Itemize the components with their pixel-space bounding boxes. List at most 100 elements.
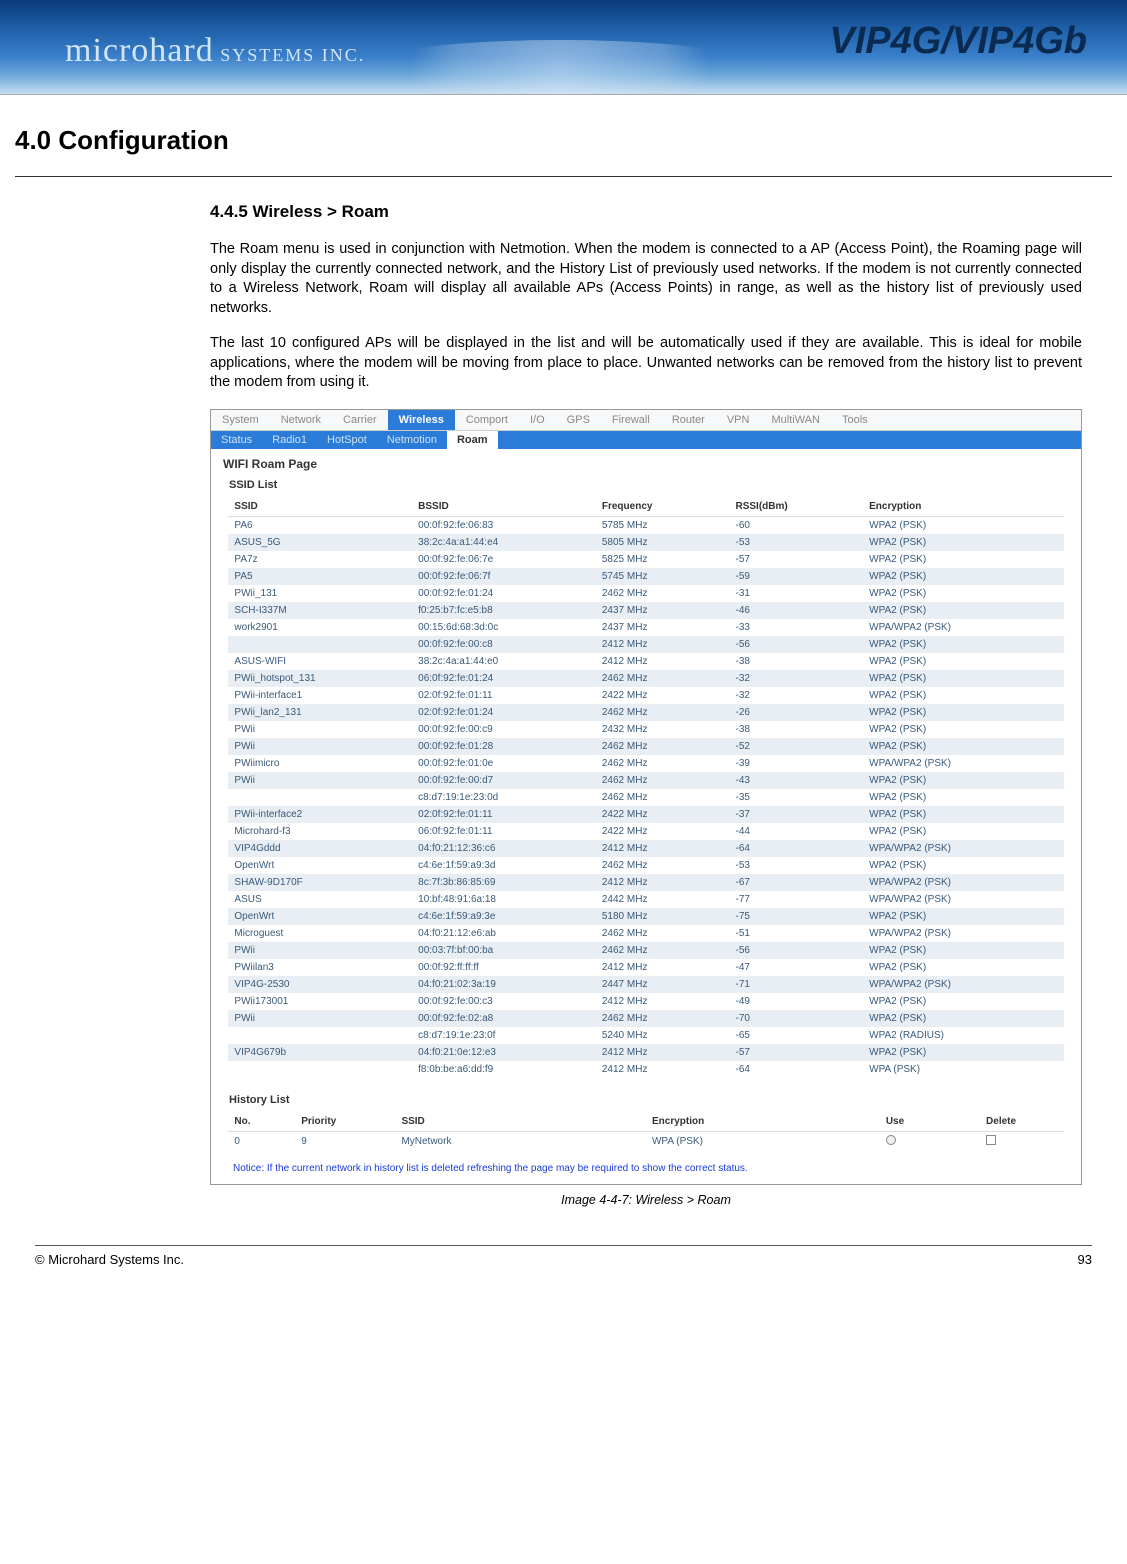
top-nav-item-system[interactable]: System <box>211 410 270 430</box>
ssid-cell: 2437 MHz <box>596 619 730 636</box>
ssid-cell: c8:d7:19:1e:23:0d <box>412 789 596 806</box>
ssid-cell: PWiilan3 <box>228 959 412 976</box>
ssid-cell: WPA/WPA2 (PSK) <box>863 619 1063 636</box>
top-nav: SystemNetworkCarrierWirelessComportI/OGP… <box>211 410 1081 431</box>
ssid-cell: WPA2 (PSK) <box>863 585 1063 602</box>
top-nav-item-router[interactable]: Router <box>661 410 716 430</box>
ssid-row: PA600:0f:92:fe:06:835785 MHz-60WPA2 (PSK… <box>228 516 1063 534</box>
ssid-cell: VIP4G-2530 <box>228 976 412 993</box>
ssid-cell: PA5 <box>228 568 412 585</box>
ssid-cell: 00:0f:92:fe:00:c9 <box>412 721 596 738</box>
ssid-cell: -32 <box>730 687 864 704</box>
ssid-cell: WPA/WPA2 (PSK) <box>863 874 1063 891</box>
ssid-cell: c8:d7:19:1e:23:0f <box>412 1027 596 1044</box>
ssid-row: PWii00:03:7f:bf:00:ba2462 MHz-56WPA2 (PS… <box>228 942 1063 959</box>
ssid-header: BSSID <box>412 497 596 517</box>
ssid-cell: 2412 MHz <box>596 1044 730 1061</box>
ssid-cell: PWii_lan2_131 <box>228 704 412 721</box>
use-radio-icon[interactable] <box>886 1135 896 1145</box>
ssid-cell: -32 <box>730 670 864 687</box>
delete-checkbox-icon[interactable] <box>986 1135 996 1145</box>
top-nav-item-comport[interactable]: Comport <box>455 410 519 430</box>
ssid-cell: PWii <box>228 772 412 789</box>
ssid-row: PA7z00:0f:92:fe:06:7e5825 MHz-57WPA2 (PS… <box>228 551 1063 568</box>
sub-nav-item-status[interactable]: Status <box>211 431 262 449</box>
top-nav-item-carrier[interactable]: Carrier <box>332 410 388 430</box>
top-nav-item-tools[interactable]: Tools <box>831 410 879 430</box>
ssid-cell: 2437 MHz <box>596 602 730 619</box>
ssid-row: PWii17300100:0f:92:fe:00:c32412 MHz-49WP… <box>228 993 1063 1010</box>
ssid-cell: -67 <box>730 874 864 891</box>
ssid-cell: VIP4G679b <box>228 1044 412 1061</box>
ssid-row: ASUS-WIFI38:2c:4a:a1:44:e02412 MHz-38WPA… <box>228 653 1063 670</box>
ssid-row: PWiimicro00:0f:92:fe:01:0e2462 MHz-39WPA… <box>228 755 1063 772</box>
sub-nav-item-roam[interactable]: Roam <box>447 431 498 449</box>
ssid-cell: 06:0f:92:fe:01:11 <box>412 823 596 840</box>
sub-nav: StatusRadio1HotSpotNetmotionRoam <box>211 431 1081 449</box>
history-header: Priority <box>295 1112 395 1132</box>
ssid-cell: WPA2 (PSK) <box>863 534 1063 551</box>
ssid-cell: WPA/WPA2 (PSK) <box>863 755 1063 772</box>
ssid-cell <box>228 1027 412 1044</box>
top-nav-item-gps[interactable]: GPS <box>556 410 601 430</box>
ssid-cell: 2462 MHz <box>596 789 730 806</box>
ssid-cell: 2442 MHz <box>596 891 730 908</box>
ssid-cell: WPA2 (PSK) <box>863 568 1063 585</box>
section-title: 4.0 Configuration <box>0 95 1127 166</box>
ssid-row: PWii00:0f:92:fe:00:c92432 MHz-38WPA2 (PS… <box>228 721 1063 738</box>
ssid-table: SSIDBSSIDFrequencyRSSI(dBm)Encryption PA… <box>228 497 1063 1078</box>
ssid-cell: PWii_hotspot_131 <box>228 670 412 687</box>
ssid-cell: ASUS <box>228 891 412 908</box>
sub-nav-item-hotspot[interactable]: HotSpot <box>317 431 377 449</box>
brand-logo: microhard SYSTEMS INC. <box>65 32 365 70</box>
sub-nav-item-radio1[interactable]: Radio1 <box>262 431 317 449</box>
ssid-cell: -51 <box>730 925 864 942</box>
top-nav-item-multiwan[interactable]: MultiWAN <box>760 410 830 430</box>
history-header: Delete <box>980 1112 1064 1132</box>
ssid-cell: WPA2 (PSK) <box>863 636 1063 653</box>
ssid-cell <box>228 789 412 806</box>
ssid-cell: -57 <box>730 551 864 568</box>
top-nav-item-vpn[interactable]: VPN <box>716 410 761 430</box>
ssid-cell: c4:6e:1f:59:a9:3d <box>412 857 596 874</box>
ssid-cell: Microguest <box>228 925 412 942</box>
ssid-cell: work2901 <box>228 619 412 636</box>
ssid-cell: 2462 MHz <box>596 857 730 874</box>
history-header: No. <box>228 1112 295 1132</box>
ssid-cell: WPA2 (PSK) <box>863 1044 1063 1061</box>
ssid-cell: PWii <box>228 1010 412 1027</box>
ssid-cell: 2432 MHz <box>596 721 730 738</box>
ssid-cell: -57 <box>730 1044 864 1061</box>
ssid-row: PWii-interface202:0f:92:fe:01:112422 MHz… <box>228 806 1063 823</box>
ssid-row: 00:0f:92:fe:00:c82412 MHz-56WPA2 (PSK) <box>228 636 1063 653</box>
ssid-row: PWii_hotspot_13106:0f:92:fe:01:242462 MH… <box>228 670 1063 687</box>
ssid-cell: WPA (PSK) <box>863 1061 1063 1078</box>
ssid-row: PWii00:0f:92:fe:00:d72462 MHz-43WPA2 (PS… <box>228 772 1063 789</box>
top-nav-item-i/o[interactable]: I/O <box>519 410 556 430</box>
ssid-cell: -39 <box>730 755 864 772</box>
sub-nav-item-netmotion[interactable]: Netmotion <box>377 431 447 449</box>
ssid-cell: -49 <box>730 993 864 1010</box>
ssid-row: ASUS_5G38:2c:4a:a1:44:e45805 MHz-53WPA2 … <box>228 534 1063 551</box>
footer: © Microhard Systems Inc. 93 <box>0 1252 1127 1287</box>
ssid-cell: -35 <box>730 789 864 806</box>
ssid-header: RSSI(dBm) <box>730 497 864 517</box>
ssid-cell: 04:f0:21:12:36:c6 <box>412 840 596 857</box>
ssid-cell: PA6 <box>228 516 412 534</box>
top-nav-item-firewall[interactable]: Firewall <box>601 410 661 430</box>
ssid-row: VIP4G679b04:f0:21:0e:12:e32412 MHz-57WPA… <box>228 1044 1063 1061</box>
ssid-cell: -60 <box>730 516 864 534</box>
ssid-cell: 2422 MHz <box>596 823 730 840</box>
history-table: No.PrioritySSIDEncryptionUseDelete 09MyN… <box>228 1112 1063 1151</box>
history-use-cell <box>880 1131 980 1151</box>
ssid-cell: WPA2 (PSK) <box>863 704 1063 721</box>
ssid-cell: PWii_131 <box>228 585 412 602</box>
ssid-cell: 2412 MHz <box>596 653 730 670</box>
ssid-cell: WPA2 (PSK) <box>863 806 1063 823</box>
ssid-cell: 00:0f:92:fe:00:d7 <box>412 772 596 789</box>
ssid-cell: 5180 MHz <box>596 908 730 925</box>
ssid-row: work290100:15:6d:68:3d:0c2437 MHz-33WPA/… <box>228 619 1063 636</box>
top-nav-item-network[interactable]: Network <box>270 410 332 430</box>
ssid-cell: -38 <box>730 653 864 670</box>
top-nav-item-wireless[interactable]: Wireless <box>388 410 455 430</box>
